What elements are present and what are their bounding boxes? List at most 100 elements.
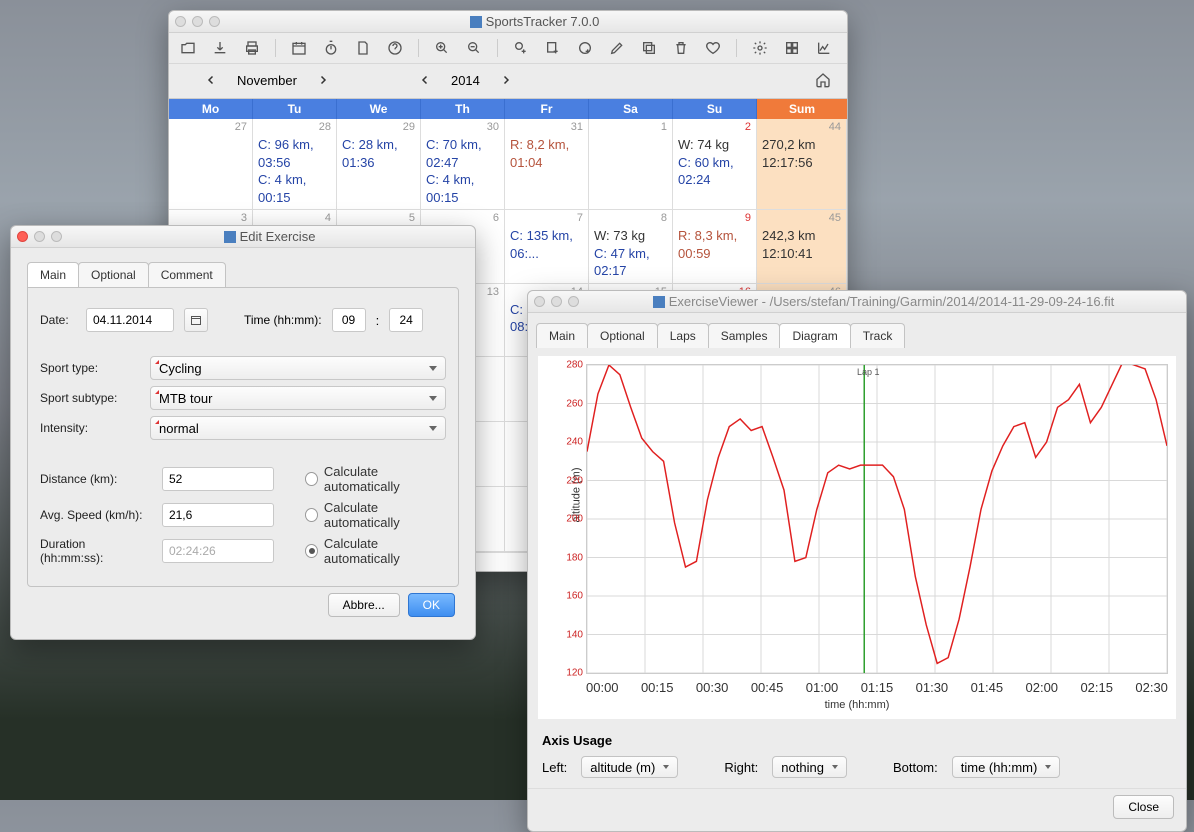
main-titlebar: SportsTracker 7.0.0 (169, 11, 847, 33)
help-icon[interactable] (386, 39, 404, 57)
calendar-cell[interactable]: 30C: 70 km, 02:47C: 4 km, 00:15 (421, 119, 505, 210)
distance-auto-radio[interactable]: Calculate automatically (305, 464, 446, 494)
tab-optional[interactable]: Optional (78, 262, 149, 287)
stopwatch-icon[interactable] (322, 39, 340, 57)
day-header: Sum (757, 99, 847, 119)
day-header: Fr (505, 99, 589, 119)
distance-field[interactable] (162, 467, 274, 491)
tab-comment[interactable]: Comment (148, 262, 226, 287)
zoom-icon[interactable] (568, 296, 579, 307)
date-field[interactable] (86, 308, 174, 332)
duration-label: Duration (hh:mm:ss): (40, 537, 152, 565)
tab-track[interactable]: Track (850, 323, 906, 348)
abbre-button[interactable]: Abbre... (328, 593, 400, 617)
app-icon (470, 16, 482, 28)
axis-usage-title: Axis Usage (542, 733, 612, 748)
time-hour-field[interactable] (332, 308, 366, 332)
tab-main[interactable]: Main (27, 262, 79, 287)
sport-type-label: Sport type: (40, 361, 140, 375)
calendar-cell[interactable]: 8W: 73 kgC: 47 km, 02:17 (589, 210, 673, 284)
calendar-cell[interactable]: 7C: 135 km, 06:... (505, 210, 589, 284)
calendar-cell[interactable]: 31R: 8,2 km, 01:04 (505, 119, 589, 210)
right-label: Right: (724, 760, 758, 775)
home-icon[interactable] (815, 72, 831, 88)
tab-main[interactable]: Main (536, 323, 588, 348)
table-icon[interactable] (783, 39, 801, 57)
calendar-cell[interactable]: 27 (169, 119, 253, 210)
calendar-cell[interactable]: 2W: 74 kgC: 60 km, 02:24 (673, 119, 757, 210)
prev-year-icon[interactable] (419, 74, 431, 86)
viewer-titlebar: ExerciseViewer - /Users/stefan/Training/… (528, 291, 1186, 313)
calendar-cell[interactable]: 9R: 8,3 km, 00:59 (673, 210, 757, 284)
day-header: Mo (169, 99, 253, 119)
close-icon[interactable] (534, 296, 545, 307)
ok-button[interactable]: OK (408, 593, 455, 617)
add-weight-icon[interactable] (576, 39, 594, 57)
add-exercise-icon[interactable] (512, 39, 530, 57)
left-axis-select[interactable]: altitude (m) (581, 756, 678, 778)
document-icon[interactable] (354, 39, 372, 57)
viewer-title: ExerciseViewer - /Users/stefan/Training/… (669, 294, 1115, 309)
minimize-icon[interactable] (551, 296, 562, 307)
minimize-icon[interactable] (192, 16, 203, 27)
right-axis-select[interactable]: nothing (772, 756, 847, 778)
print-icon[interactable] (243, 39, 261, 57)
close-icon[interactable] (17, 231, 28, 242)
zoom-icon[interactable] (209, 16, 220, 27)
sport-subtype-select[interactable]: MTB tour (150, 386, 446, 410)
tab-optional[interactable]: Optional (587, 323, 658, 348)
zoom-icon (51, 231, 62, 242)
chart-svg (587, 365, 1167, 673)
tab-laps[interactable]: Laps (657, 323, 709, 348)
delete-icon[interactable] (672, 39, 690, 57)
duration-auto-radio[interactable]: Calculate automatically (305, 536, 446, 566)
left-label: Left: (542, 760, 567, 775)
zoom-out-icon[interactable] (465, 39, 483, 57)
calendar-picker-icon[interactable] (184, 308, 208, 332)
calendar-cell[interactable]: 28C: 96 km, 03:56C: 4 km, 00:15 (253, 119, 337, 210)
avgspeed-field[interactable] (162, 503, 274, 527)
avgspeed-auto-radio[interactable]: Calculate automatically (305, 500, 446, 530)
sport-type-select[interactable]: Cycling (150, 356, 446, 380)
zoom-in-icon[interactable] (433, 39, 451, 57)
bottom-label: Bottom: (893, 760, 938, 775)
calendar-cell[interactable]: 1 (589, 119, 673, 210)
day-header: Sa (589, 99, 673, 119)
sport-subtype-label: Sport subtype: (40, 391, 140, 405)
distance-label: Distance (km): (40, 472, 152, 486)
save-icon[interactable] (211, 39, 229, 57)
app-icon (653, 296, 665, 308)
date-label: Date: (40, 313, 76, 327)
calendar-cell[interactable]: 29C: 28 km, 01:36 (337, 119, 421, 210)
next-month-icon[interactable] (317, 74, 329, 86)
settings-icon[interactable] (751, 39, 769, 57)
minimize-icon (34, 231, 45, 242)
prev-month-icon[interactable] (205, 74, 217, 86)
close-icon[interactable] (175, 16, 186, 27)
intensity-select[interactable]: normal (150, 416, 446, 440)
next-year-icon[interactable] (500, 74, 512, 86)
tab-diagram[interactable]: Diagram (779, 323, 850, 348)
tab-samples[interactable]: Samples (708, 323, 781, 348)
add-note-icon[interactable] (544, 39, 562, 57)
x-ticks: 00:0000:1500:3000:4501:0001:1501:3001:45… (586, 678, 1168, 697)
time-label: Time (hh:mm): (244, 313, 322, 327)
calendar-view-icon[interactable] (290, 39, 308, 57)
intensity-label: Intensity: (40, 421, 140, 435)
time-min-field[interactable] (389, 308, 423, 332)
chart-icon[interactable] (815, 39, 833, 57)
bottom-axis-select[interactable]: time (hh:mm) (952, 756, 1061, 778)
avgspeed-label: Avg. Speed (km/h): (40, 508, 152, 522)
heart-icon[interactable] (704, 39, 722, 57)
year-label: 2014 (451, 73, 480, 88)
month-label: November (237, 73, 297, 88)
calendar-nav: November 2014 (169, 64, 847, 98)
day-header: Th (421, 99, 505, 119)
close-button[interactable]: Close (1113, 795, 1174, 819)
edit-icon[interactable] (608, 39, 626, 57)
copy-icon[interactable] (640, 39, 658, 57)
toolbar (169, 33, 847, 64)
open-icon[interactable] (179, 39, 197, 57)
week-summary-cell: 44270,2 km12:17:56 (757, 119, 847, 210)
main-title: SportsTracker 7.0.0 (486, 14, 600, 29)
